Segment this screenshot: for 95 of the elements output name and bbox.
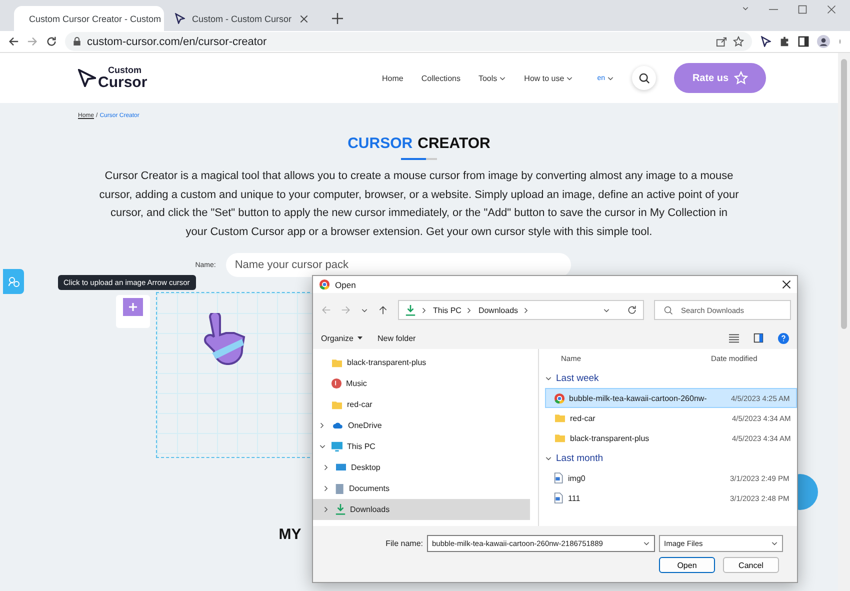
people-icon (8, 276, 20, 288)
dropdown-chevron-icon (771, 540, 778, 546)
folder-tree-item[interactable]: This PC (313, 436, 530, 457)
forward-arrow-icon (27, 36, 38, 47)
folder-icon (554, 433, 566, 443)
address-bar[interactable]: custom-cursor.com/en/cursor-creator (65, 32, 752, 51)
download-icon (335, 504, 346, 515)
recent-chevron-icon (361, 306, 368, 314)
search-icon (664, 306, 673, 315)
toolbar-button[interactable]: New folder (377, 334, 416, 342)
close-icon (300, 14, 308, 22)
folder-tree-item[interactable]: Downloads (313, 499, 530, 520)
expand-chevron-icon (322, 464, 330, 471)
chrome-icon (554, 392, 565, 404)
dropdown-chevron-icon (643, 540, 650, 546)
back-arrow-icon (8, 36, 19, 47)
help-icon (778, 332, 789, 344)
tab-search-icon (742, 5, 749, 12)
history-chevron-icon (603, 306, 610, 314)
star-icon (734, 71, 748, 85)
cursor-logo-icon (174, 13, 185, 24)
puzzle-icon (779, 36, 790, 47)
search-icon (638, 72, 650, 84)
folder-tree-item[interactable]: OneDrive (313, 415, 530, 436)
file-name-label: File name: (386, 538, 423, 548)
group-header[interactable]: Last month (545, 448, 797, 468)
chrome-icon (319, 279, 330, 290)
heading-underline (401, 158, 437, 160)
description-paragraph: Cursor Creator is a magical tool that allows you to create a mouse cursor from image by converting almost any image to a mouse cursor, adding a custom and unique to your computer, browser, or a website. Simply upload an image, define an active point of your cursor, and click the "Set" button to apply the new cursor immediately, or the "Add" button to save the cursor in My Collection in your Custom Cursor app or a browser extension. Get your own cursor style with this simple tool. (99, 169, 739, 240)
page-heading: CURSOR CREATOR (348, 135, 490, 152)
nav-link[interactable]: Tools (478, 74, 506, 82)
dropdown-chevron-icon (607, 74, 614, 82)
search-button[interactable] (632, 66, 656, 90)
desktop-icon (335, 462, 347, 472)
cursor-logo-icon (760, 36, 771, 47)
dialog-button[interactable]: Open (659, 557, 715, 573)
folder-tree-item[interactable]: Documents (313, 478, 530, 499)
forward-arrow-icon (341, 305, 351, 315)
share-icon (716, 36, 727, 47)
path-segment[interactable]: Downloads (478, 306, 518, 314)
back-arrow-icon (321, 305, 331, 315)
expand-chevron-icon (322, 485, 330, 492)
dialog-title: Open (335, 280, 356, 290)
image-file-icon (554, 472, 564, 484)
collapse-chevron-icon (545, 454, 552, 462)
toolbar-button[interactable]: Organize (321, 334, 364, 342)
avatar-icon (817, 35, 830, 48)
close-icon (827, 5, 836, 14)
reload-icon (46, 36, 57, 47)
maximize-icon (798, 5, 807, 14)
logo-cursor-icon (78, 69, 96, 87)
dialog-button[interactable]: Cancel (723, 557, 779, 573)
upload-image-button[interactable] (116, 295, 150, 328)
path-chevron-icon (466, 306, 474, 314)
path-chevron-icon (523, 306, 530, 314)
refresh-icon (627, 305, 637, 315)
star-icon (733, 36, 744, 47)
folder-tree-item[interactable]: Music (313, 373, 530, 394)
browser-tab[interactable]: Custom - Custom Cursor (166, 6, 316, 31)
name-input-field[interactable]: Name your cursor pack (226, 253, 571, 277)
cloud-icon (331, 421, 344, 430)
nav-link[interactable]: Collections (421, 74, 460, 82)
site-logo[interactable]: Custom Cursor (98, 66, 148, 90)
collapse-chevron-icon (545, 374, 552, 382)
group-header[interactable]: Last week (545, 368, 797, 388)
plus-icon (122, 298, 142, 316)
path-chevron-icon (421, 306, 428, 314)
monitor-icon (331, 441, 343, 452)
collection-button[interactable] (3, 269, 24, 294)
lock-icon (73, 37, 81, 46)
folder-icon (554, 413, 566, 423)
folder-icon (331, 400, 343, 410)
folder-icon (331, 358, 343, 368)
download-icon (405, 304, 416, 316)
folder-tree-item[interactable]: red-car (313, 394, 530, 415)
expand-chevron-icon (322, 506, 330, 513)
new-tab-icon (332, 13, 343, 24)
folder-tree-item[interactable]: Desktop (313, 457, 530, 478)
browser-tab[interactable]: Custom Cursor Creator - Custom (14, 6, 164, 31)
path-segment[interactable]: This PC (433, 306, 462, 314)
collapse-chevron-icon (318, 443, 326, 450)
expand-chevron-icon (318, 422, 326, 429)
close-icon (782, 280, 791, 289)
nav-link[interactable]: Home (382, 74, 404, 82)
image-file-icon (554, 492, 564, 504)
nav-link[interactable]: How to use (524, 74, 574, 82)
scrollbar-thumb[interactable] (841, 59, 847, 329)
side-panel-icon (798, 36, 809, 47)
section-heading: MY (278, 526, 302, 543)
preview-pane-icon (753, 333, 764, 343)
path-bar[interactable]: This PC Downloads (398, 300, 644, 320)
list-view-icon (729, 333, 739, 343)
document-icon (335, 482, 345, 494)
up-arrow-icon (378, 305, 388, 315)
folder-tree-item[interactable]: black-transparent-plus (313, 352, 530, 373)
